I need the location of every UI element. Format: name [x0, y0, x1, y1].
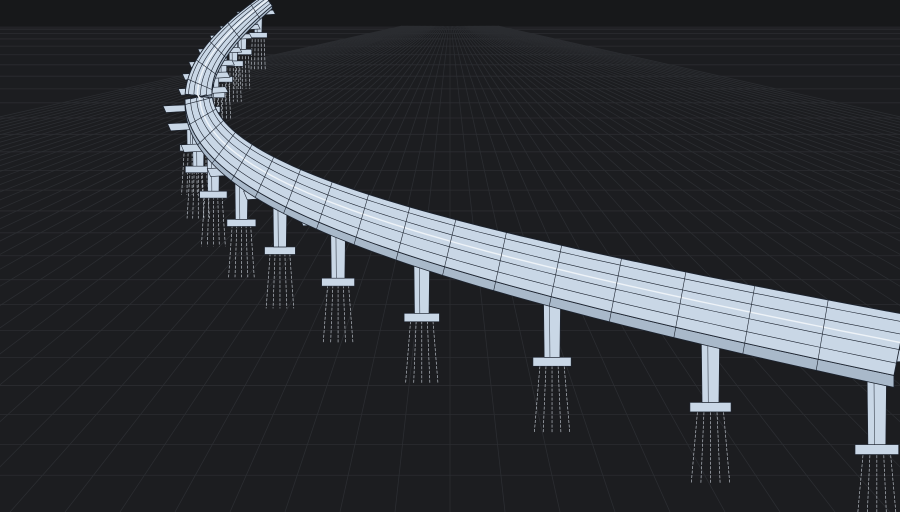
pile-cap: [321, 277, 355, 287]
viewport-canvas[interactable]: [0, 0, 900, 512]
pile-cap: [248, 32, 268, 39]
horizon-sky: [0, 0, 900, 26]
3d-viewport[interactable]: [0, 0, 900, 512]
pile-cap: [264, 246, 296, 255]
pile-cap: [199, 190, 228, 199]
pile-cap: [532, 357, 572, 367]
pile-cap: [226, 219, 257, 227]
pile-cap: [689, 402, 732, 413]
pile-cap: [403, 313, 440, 323]
pile-cap: [854, 444, 899, 455]
